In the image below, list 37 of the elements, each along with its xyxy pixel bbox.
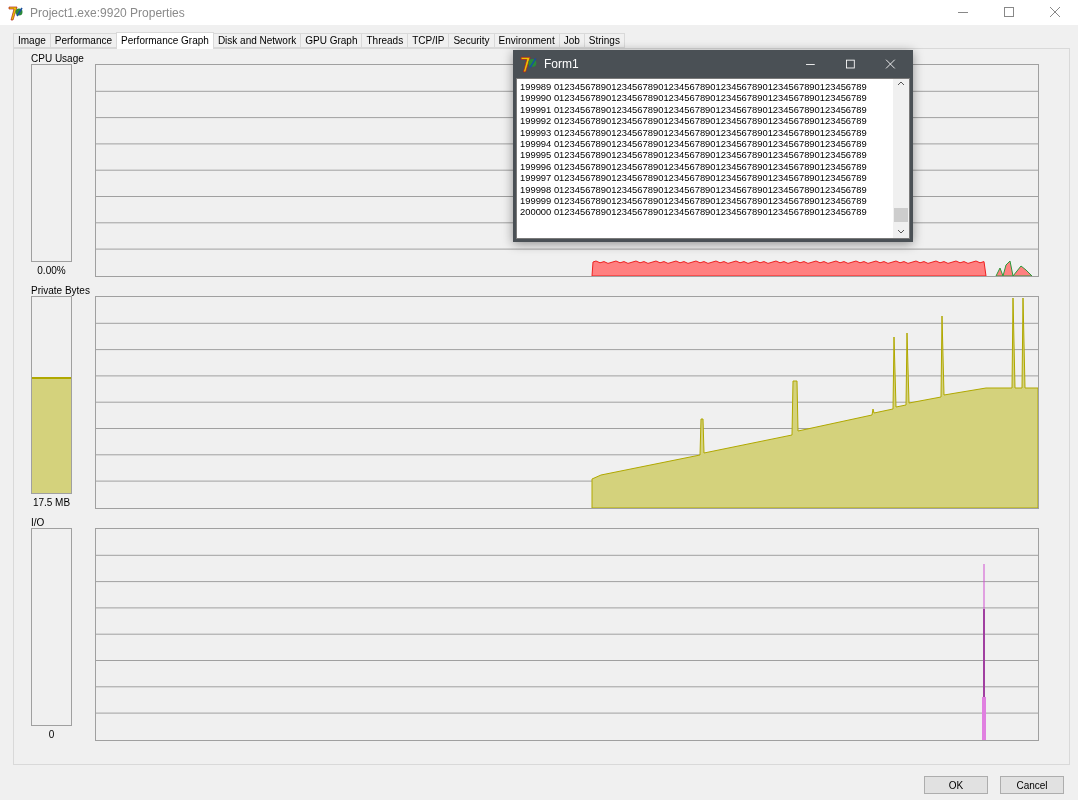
tab[interactable]: Strings [583, 33, 625, 48]
app-icon [8, 4, 24, 21]
memo-line: 199989 012345678901234567890123456789012345678901234567890123456789 [520, 81, 868, 93]
memo-line: 200000 012345678901234567890123456789012345678901234567890123456789 [520, 206, 868, 218]
meter-reading: 0 [48, 729, 55, 740]
form-title: Form1 [544, 57, 580, 71]
memo-line: 199992 012345678901234567890123456789012345678901234567890123456789 [520, 115, 868, 127]
tab[interactable]: Security [448, 33, 495, 48]
graph-label: Private Bytes [31, 285, 90, 297]
graph-label: I/O [31, 517, 45, 529]
tab[interactable]: GPU Graph [300, 33, 363, 48]
tab[interactable]: Disk and Network [212, 33, 302, 48]
dialog-button[interactable]: Cancel [1000, 776, 1064, 794]
memo-line: 199993 012345678901234567890123456789012345678901234567890123456789 [520, 126, 868, 139]
dialog-button[interactable]: OK [924, 776, 988, 794]
meter-reading: 17.5 MB [32, 497, 71, 508]
tab[interactable]: Environment [493, 33, 560, 48]
memo-line: 199991 012345678901234567890123456789012345678901234567890123456789 [520, 103, 868, 116]
tab[interactable]: Image [13, 33, 51, 48]
memo-line: 199990 012345678901234567890123456789012345678901234567890123456789 [520, 92, 868, 104]
scroll-thumb[interactable] [894, 208, 908, 222]
app-icon [520, 55, 538, 73]
tab[interactable]: Threads [361, 33, 409, 48]
memo-line: 199997 012345678901234567890123456789012345678901234567890123456789 [520, 172, 868, 184]
meter-reading: 0.00% [37, 265, 66, 276]
memo-line: 199996 012345678901234567890123456789012345678901234567890123456789 [520, 160, 868, 173]
memo-line: 199999 012345678901234567890123456789012345678901234567890123456789 [520, 195, 868, 207]
tab[interactable]: Performance Graph [116, 32, 214, 49]
memo-field[interactable] [516, 78, 910, 239]
tab[interactable]: Job [558, 33, 585, 48]
tab[interactable]: Performance [49, 33, 118, 48]
tab[interactable]: TCP/IP [407, 33, 450, 48]
memo-line: 199995 012345678901234567890123456789012345678901234567890123456789 [520, 149, 868, 161]
window-title: Project1.exe:9920 Properties [30, 5, 186, 20]
graph-label: CPU Usage [31, 53, 84, 65]
memo-line: 199998 012345678901234567890123456789012345678901234567890123456789 [520, 183, 868, 196]
memo-line: 199994 012345678901234567890123456789012345678901234567890123456789 [520, 138, 868, 150]
